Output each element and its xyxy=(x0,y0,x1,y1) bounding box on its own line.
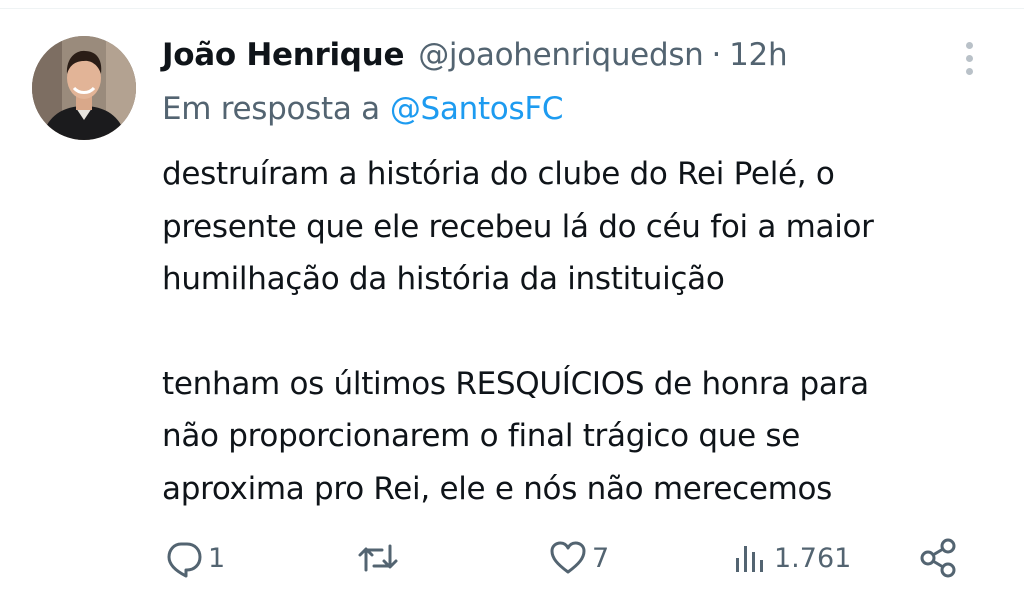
top-divider xyxy=(0,8,1024,9)
views-count: 1.761 xyxy=(774,542,852,574)
tweet-header: João Henrique @joaohenriquedsn · 12h xyxy=(162,32,788,78)
tweet-line: não proporcionarem o final trágico que s… xyxy=(162,418,801,454)
tweet-line: presente que ele recebeu lá do céu foi a… xyxy=(162,208,874,245)
avatar[interactable] xyxy=(32,36,136,140)
tweet-paragraph: destruíram a história do clube do Rei Pe… xyxy=(162,148,1012,306)
share-icon xyxy=(920,538,956,578)
like-count: 7 xyxy=(592,542,610,574)
tweet-text: destruíram a história do clube do Rei Pe… xyxy=(162,148,1012,515)
reply-context: Em resposta a @SantosFC xyxy=(162,86,564,132)
author-name[interactable]: João Henrique xyxy=(162,37,404,73)
tweet-paragraph: tenham os últimos RESQUÍCIOS de honra pa… xyxy=(162,358,1012,516)
like-button[interactable]: 7 xyxy=(548,528,609,588)
timestamp[interactable]: 12h xyxy=(729,37,788,73)
action-bar: 1 7 1.761 xyxy=(0,528,1024,588)
separator-dot: · xyxy=(711,37,722,73)
reply-count: 1 xyxy=(208,542,226,574)
more-vertical-icon[interactable] xyxy=(958,38,982,78)
tweet-line: tenham os últimos RESQUÍCIOS de honra pa… xyxy=(162,365,869,402)
reply-prefix: Em resposta a xyxy=(162,91,380,127)
analytics-icon xyxy=(736,546,763,572)
retweet-icon xyxy=(358,544,398,572)
author-handle[interactable]: @joaohenriquedsn xyxy=(418,37,704,73)
tweet-line: aproxima pro Rei, ele e nós não merecemo… xyxy=(162,470,833,507)
tweet-line: destruíram a história do clube do Rei Pe… xyxy=(162,156,835,192)
views-button[interactable]: 1.761 xyxy=(730,528,851,588)
reply-target-link[interactable]: @SantosFC xyxy=(390,91,564,127)
avatar-photo xyxy=(32,36,136,140)
reply-button[interactable]: 1 xyxy=(164,528,225,588)
heart-icon xyxy=(550,541,586,574)
retweet-button[interactable] xyxy=(356,528,404,588)
comment-icon xyxy=(167,542,202,578)
share-button[interactable] xyxy=(916,528,960,588)
tweet-line: humilhação da história da instituição xyxy=(162,261,725,297)
